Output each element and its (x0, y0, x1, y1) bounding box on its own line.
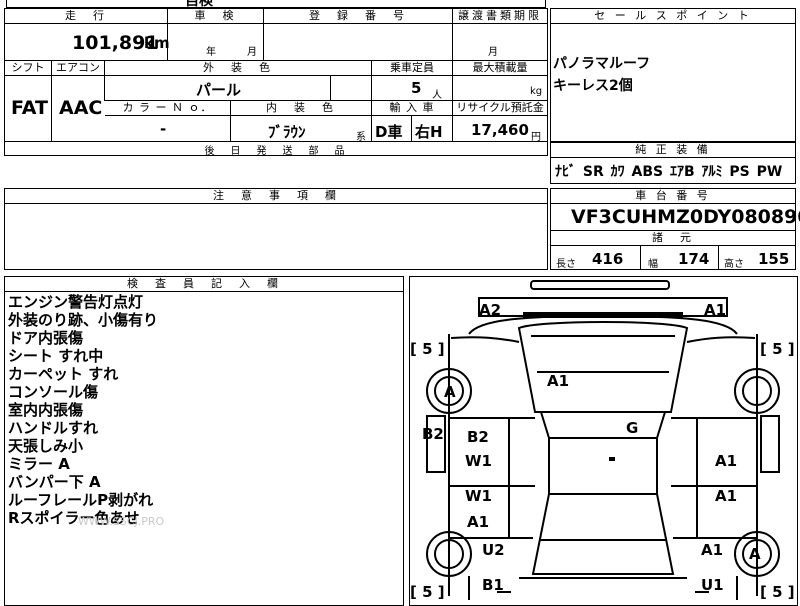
inspection-month: 月 (247, 47, 257, 58)
selling-point-1: パノラマルーフ (553, 56, 651, 72)
tire-fr: [ 5 ] (760, 340, 795, 358)
damage-roof: G (626, 419, 639, 437)
watermark: WWW.SSCJ.PRO (78, 515, 165, 528)
top-edge-partial: 自検 (6, 0, 546, 9)
damage-door-rl-1: W1 (465, 487, 492, 505)
height-value: 155 (758, 250, 790, 268)
note-item: エンジン警告灯点灯 (8, 293, 144, 311)
ac-value: AAC (59, 97, 103, 119)
note-item: カーペット すれ (8, 365, 119, 383)
later-parts-header: 後 日 発 送 部 品 (204, 146, 348, 157)
tire-rl: [ 5 ] (410, 583, 445, 601)
import-type: D車 (375, 123, 403, 141)
damage-door-fr: A1 (715, 487, 738, 505)
note-item: シート すれ中 (8, 347, 104, 365)
note-item: 室内内張傷 (8, 401, 84, 419)
exterior-value: パール (196, 81, 242, 99)
load-unit: kg (530, 86, 543, 97)
damage-rear-left: U2 (482, 541, 505, 559)
damage-bumper-rl: B1 (482, 576, 504, 594)
chassis-number: VF3CUHMZ0DY080890 (571, 206, 800, 228)
inspector-notes: エンジン警告灯点灯 外装のり跡、小傷有り ドア内張傷 シート すれ中 カーペット… (8, 293, 158, 527)
tire-rr: [ 5 ] (760, 583, 795, 601)
height-label: 高さ (724, 259, 744, 270)
length-label: 長さ (556, 259, 576, 270)
width-value: 174 (678, 250, 710, 268)
note-item: ドア内張傷 (8, 329, 84, 347)
recycle-header: リサイクル預託金 (453, 101, 547, 116)
color-no-value: - (160, 120, 167, 138)
note-item: ルーフレールP剥がれ (8, 491, 154, 509)
note-item: 天張しみ小 (8, 437, 84, 455)
damage-door-fl-1: B2 (467, 428, 489, 446)
damage-right-fender: A1 (715, 452, 738, 470)
damage-front-right: A1 (704, 301, 727, 319)
import-header: 輸 入 車 (372, 101, 452, 116)
capacity-value: 5 (411, 79, 422, 97)
damage-door-rl-2: A1 (467, 513, 490, 531)
note-item: コンソール傷 (8, 383, 99, 401)
color-no-header: カ ラ ー Ｎ ｏ． (105, 101, 230, 116)
note-item: 外装のり跡、小傷有り (8, 311, 159, 329)
interior-header: 内 装 色 (231, 101, 371, 116)
damage-front-left: A2 (479, 301, 502, 319)
length-value: 416 (592, 250, 624, 268)
capacity-header: 乗車定員 (372, 61, 452, 76)
tire-fl: [ 5 ] (410, 340, 445, 358)
exterior-header: 外 装 色 (105, 61, 371, 76)
shift-value: FAT (11, 97, 48, 119)
caution-header: 注 意 事 項 欄 (5, 189, 547, 204)
inspection-header: 車 検 (168, 9, 263, 24)
note-item: ミラー A (8, 455, 70, 473)
mileage-unit: km (144, 34, 170, 52)
selling-point-2: キーレス2個 (553, 78, 633, 94)
damage-rear-right: A1 (701, 541, 724, 559)
recycle-value: 17,460 (471, 121, 529, 139)
note-item: ハンドルすれ (8, 419, 99, 437)
shift-header: シフト (5, 61, 51, 76)
equipment-items: ﾅﾋﾞ SR ｶﾜ ABS ｴｱB ｱﾙﾐ PS PW (555, 164, 783, 180)
dims-header: 諸 元 (551, 231, 795, 246)
damage-door-fl-2: W1 (465, 452, 492, 470)
interior-value: ﾌﾞﾗｳﾝ (268, 123, 306, 141)
damage-wheel-fl: A (444, 383, 456, 401)
capacity-unit: 人 (432, 90, 442, 101)
mileage-header: 走 行 (5, 9, 167, 24)
damage-hood: A1 (547, 372, 570, 390)
transfer-month: 月 (488, 47, 498, 58)
registration-header: 登 録 番 号 (264, 9, 452, 24)
transfer-header: 譲渡書類期限 (453, 9, 547, 24)
equipment-header: 純 正 装 備 (551, 143, 795, 158)
handle-side: 右H (415, 123, 443, 141)
inspector-header: 検 査 員 記 入 欄 (5, 277, 403, 292)
inspection-year: 年 (206, 47, 216, 58)
damage-wheel-rr: A (749, 545, 761, 563)
ac-header: エアコン (52, 61, 104, 76)
load-header: 最大積載量 (453, 61, 547, 76)
note-item: バンパー下 A (8, 473, 101, 491)
selling-points-header: セ ー ル ス ポ イ ン ト (551, 9, 795, 24)
width-label: 幅 (648, 259, 658, 270)
chassis-header: 車 台 番 号 (551, 189, 795, 204)
damage-left-fender: B2 (422, 425, 444, 443)
damage-bumper-rr: U1 (701, 576, 724, 594)
